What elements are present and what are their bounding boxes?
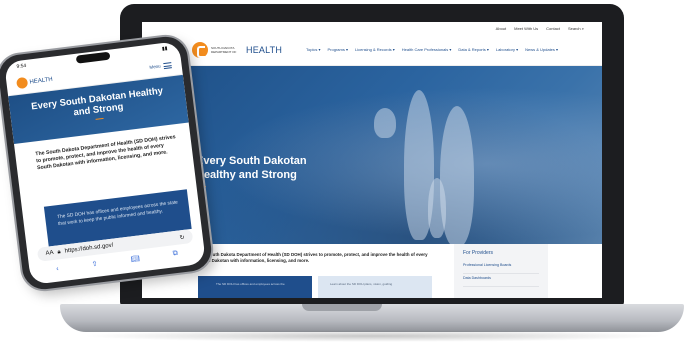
nav-news[interactable]: News & Updates ▾ (525, 47, 558, 52)
search-icon: ⌕ (581, 25, 584, 31)
battery-icon: ▮▮ (161, 45, 168, 53)
device-mockup: About Meet With Us Contact Search ⌕ Sout… (0, 0, 684, 358)
mobile-hero-rule (95, 117, 104, 120)
nav-data[interactable]: Data & Reports ▾ (458, 47, 488, 52)
logo-big-text: HEALTH (246, 44, 283, 55)
mobile-logo-text: HEALTH (29, 76, 54, 86)
nav-programs[interactable]: Programs ▾ (328, 47, 348, 52)
utility-link-about[interactable]: About (496, 26, 506, 31)
mobile-logo[interactable]: HEALTH (16, 74, 54, 90)
nav-professionals[interactable]: Health Care Professionals ▾ (402, 47, 452, 52)
lock-icon: 🔒︎ (57, 248, 62, 255)
bookmarks-icon[interactable]: 📖︎ (130, 255, 140, 264)
menu-label: Menu (149, 63, 161, 70)
site-header: South Dakota Department of HEALTH Topics… (142, 34, 602, 66)
utility-link-search[interactable]: Search ⌕ (568, 26, 584, 31)
status-time: 9:54 (16, 62, 27, 71)
utility-link-meet[interactable]: Meet With Us (514, 26, 538, 31)
hero-banner: Every South Dakotan Healthy and Strong (142, 66, 602, 244)
utility-bar: About Meet With Us Contact Search ⌕ (142, 22, 602, 34)
logo-mark-icon (192, 41, 208, 58)
reload-icon[interactable]: ↻ (179, 233, 185, 241)
hero-figure-child-2 (428, 178, 446, 238)
main-nav: Topics ▾ Programs ▾ Licensing & Records … (306, 47, 558, 52)
utility-link-contact[interactable]: Contact (546, 26, 560, 31)
laptop-notch (302, 304, 382, 311)
hero-figure-child (374, 108, 396, 138)
logo-small-text: South Dakota Department of (211, 45, 237, 54)
text-size-button[interactable]: AA (45, 250, 54, 257)
intro-text: The South Dakota Department of Health (S… (198, 252, 428, 263)
nav-topics[interactable]: Topics ▾ (306, 47, 320, 52)
tabs-icon[interactable]: ⧉ (172, 250, 178, 259)
aside-link-dashboards[interactable]: Data Dashboards (463, 274, 539, 287)
share-icon[interactable]: ⇧ (91, 260, 98, 269)
site-logo[interactable]: South Dakota Department of HEALTH (192, 41, 283, 58)
hamburger-icon (163, 61, 172, 69)
hero-title: Every South Dakotan Healthy and Strong (196, 155, 307, 181)
offices-card[interactable]: The SD DOH has offices and employees acr… (198, 276, 312, 298)
aside-title: For Providers (463, 250, 494, 256)
providers-aside: For Providers Professional Licensing Boa… (454, 244, 548, 298)
nav-laboratory[interactable]: Laboratory ▾ (496, 47, 518, 52)
nav-licensing[interactable]: Licensing & Records ▾ (355, 47, 395, 52)
back-icon[interactable]: ‹ (56, 265, 59, 272)
menu-button[interactable]: Menu (149, 61, 172, 71)
phone-screen: 9:54 ▮▮ HEALTH Menu Every South Dakotan … (4, 41, 206, 285)
plans-card[interactable]: Learn about the SD DOH plans, vision, gu… (318, 276, 432, 298)
phone: 9:54 ▮▮ HEALTH Menu Every South Dakotan … (0, 34, 214, 292)
aside-link-licensing[interactable]: Professional Licensing Boards (463, 261, 539, 274)
logo-mark-icon (16, 76, 29, 90)
laptop-shadow (80, 330, 664, 342)
